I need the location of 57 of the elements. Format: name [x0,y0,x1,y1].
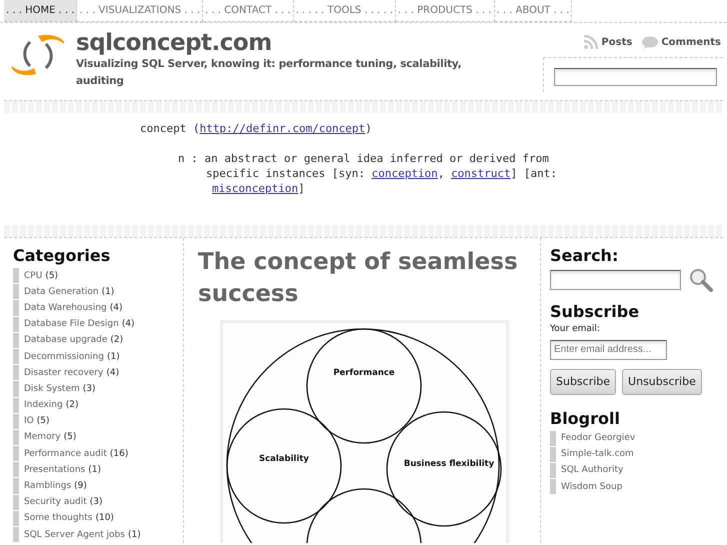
category-link[interactable]: Security audit (3) [13,494,183,510]
subscribe-heading: Subscribe [550,302,640,321]
email-field[interactable]: Enter email address... [550,340,667,360]
definition-text: , [438,167,446,180]
nav-tab[interactable]: . . . VISUALIZATIONS . . . [77,0,204,22]
category-link[interactable]: Data Generation (1) [13,284,183,300]
definition-link[interactable]: misconception [212,182,298,195]
category-link[interactable]: Decommissioning (1) [13,348,183,364]
category-link[interactable]: Database upgrade (2) [13,332,183,348]
category-link[interactable]: Disk System (3) [13,381,183,396]
nav-tab[interactable]: . . . CONTACT . . . [203,0,294,22]
category-link[interactable]: CPU (5) [13,268,183,284]
subscribe-button[interactable]: Subscribe [550,368,616,394]
speech-bubble-icon [642,36,658,48]
nav-tab[interactable]: . . . PRODUCTS . . . [396,0,494,22]
unsubscribe-button[interactable]: Unsubscribe [622,368,702,394]
search-field[interactable] [550,270,681,290]
post-title[interactable]: The concept of seamless success [198,246,528,310]
rss-icon [584,35,598,49]
header-search-field[interactable] [554,68,717,86]
comments-feed-link[interactable]: Comments [642,35,721,49]
category-link[interactable]: Indexing (2) [13,398,183,413]
blogroll-heading: Blogroll [550,408,621,428]
category-link[interactable]: IO (5) [13,414,183,429]
site-tagline: Visualizing SQL Server, knowing it: performance tuning, scalability, auditing [76,57,462,89]
nav-tab[interactable]: . . . . . TOOLS . . . . . [294,0,396,22]
category-link[interactable]: Presentations (1) [13,462,183,478]
definition-link[interactable]: conception [372,167,438,180]
definition-text: n : an abstract or general idea inferred or derived from [178,152,549,165]
category-link[interactable]: Ramblings (9) [13,478,183,494]
definition-text: ) [365,122,372,135]
definition-text: ] [ant: [510,167,558,180]
blogroll-link[interactable]: Feodor Georgiev [550,430,723,446]
nav-tab[interactable]: . . . ABOUT . . . [494,0,572,22]
blogroll-link[interactable]: SQL Authority [550,462,723,478]
category-link[interactable]: Some thoughts (10) [13,510,183,526]
nav-tab[interactable]: . . . HOME . . . [4,0,78,22]
category-link[interactable]: Data Warehousing (4) [13,300,183,316]
definition-text: specific instances [syn: [206,167,366,180]
site-title[interactable]: sqlconcept.com [76,30,476,56]
search-heading: Search: [550,246,620,265]
category-link[interactable]: Disaster recovery (4) [13,365,183,380]
definition-text: ] [298,182,305,195]
email-label: Your email: [550,324,601,334]
blogroll-link[interactable]: Simple-talk.com [550,446,723,462]
category-link[interactable]: Database File Design (4) [13,316,183,332]
category-link[interactable]: Memory (5) [13,430,183,446]
category-link[interactable]: SQL Server Agent jobs (1) [13,527,183,542]
posts-feed-link[interactable]: Posts [584,35,632,49]
search-icon[interactable] [689,268,713,292]
definition-link[interactable]: construct [451,167,511,180]
circle-diagram-drawing: Performance Scalability Business flexibility [220,320,509,543]
definition-link[interactable]: http://definr.com/concept [200,122,366,135]
blogroll-link[interactable]: Wisdom Soup [550,479,723,494]
categories-heading: Categories [13,246,112,265]
definition-text: concept ( [140,122,200,135]
category-link[interactable]: Performance audit (16) [13,446,183,462]
